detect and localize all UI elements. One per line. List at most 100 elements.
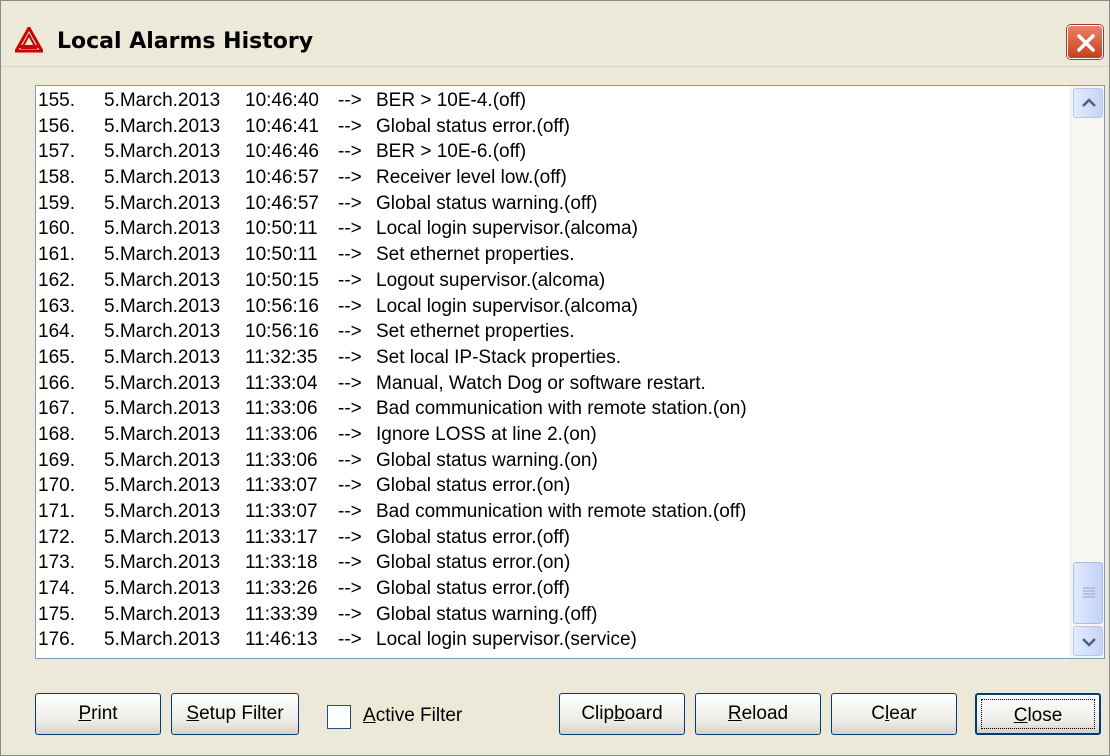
title-bar[interactable]: Local Alarms History	[1, 1, 1109, 67]
history-row[interactable]: 161. 5.March.2013 10:50:11 --> Set ethernet …	[36, 242, 1068, 268]
close-window-button[interactable]	[1067, 25, 1103, 59]
entry-arrow: -->	[338, 629, 362, 651]
active-filter-checkbox[interactable]	[327, 705, 351, 729]
entry-number: 176.	[38, 629, 75, 651]
entry-number: 168.	[38, 423, 75, 445]
entry-number: 167.	[38, 398, 75, 420]
clipboard-label-key: b	[614, 703, 625, 724]
entry-date: 5.March.2013	[104, 346, 221, 368]
clear-button[interactable]: Clear	[831, 693, 957, 735]
active-filter-label-key: A	[363, 705, 376, 726]
active-filter-label[interactable]: Active Filter	[363, 705, 462, 727]
vertical-scrollbar[interactable]	[1070, 86, 1104, 658]
entry-date: 5.March.2013	[104, 526, 221, 548]
entry-message: Global status warning.(on)	[376, 449, 598, 471]
entry-date: 5.March.2013	[104, 269, 221, 291]
entry-message: Logout supervisor.(alcoma)	[376, 269, 606, 291]
entry-message: Manual, Watch Dog or software restart.	[376, 372, 706, 394]
entry-number: 162.	[38, 269, 75, 291]
history-row[interactable]: 166. 5.March.2013 11:33:04 --> Manual, Watch…	[36, 371, 1068, 397]
entry-arrow: -->	[338, 398, 362, 420]
scroll-thumb[interactable]	[1073, 562, 1103, 624]
entry-message: Global status error.(off)	[376, 578, 570, 600]
history-row[interactable]: 168. 5.March.2013 11:33:06 --> Ignore LOSS a…	[36, 422, 1068, 448]
entry-arrow: -->	[338, 449, 362, 471]
entry-time: 10:56:16	[245, 321, 319, 343]
entry-date: 5.March.2013	[104, 629, 221, 651]
entry-arrow: -->	[338, 192, 362, 214]
history-row[interactable]: 167. 5.March.2013 11:33:06 --> Bad communica…	[36, 396, 1068, 422]
entry-number: 160.	[38, 218, 75, 240]
history-row[interactable]: 163. 5.March.2013 10:56:16 --> Local login s…	[36, 294, 1068, 320]
entry-date: 5.March.2013	[104, 244, 221, 266]
entry-date: 5.March.2013	[104, 372, 221, 394]
entry-message: Global status error.(on)	[376, 475, 571, 497]
history-row[interactable]: 158. 5.March.2013 10:46:57 --> Receiver leve…	[36, 165, 1068, 191]
entry-number: 172.	[38, 526, 75, 548]
entry-time: 11:32:35	[245, 346, 318, 368]
history-row[interactable]: 162. 5.March.2013 10:50:15 --> Logout superv…	[36, 268, 1068, 294]
print-button[interactable]: Print	[35, 693, 161, 735]
entry-message: Global status warning.(off)	[376, 603, 598, 625]
close-button-focus-ring: Close	[981, 699, 1095, 729]
entry-message: Global status warning.(off)	[376, 192, 598, 214]
entry-time: 10:50:11	[245, 244, 318, 266]
close-icon	[1077, 34, 1095, 52]
entry-message: Local login supervisor.(service)	[376, 629, 637, 651]
entry-arrow: -->	[338, 167, 362, 189]
history-row[interactable]: 165. 5.March.2013 11:32:35 --> Set local IP-…	[36, 345, 1068, 371]
entry-number: 169.	[38, 449, 75, 471]
history-row[interactable]: 175. 5.March.2013 11:33:39 --> Global status…	[36, 602, 1068, 628]
entry-date: 5.March.2013	[104, 603, 221, 625]
entry-message: Set ethernet properties.	[376, 321, 575, 343]
entry-number: 170.	[38, 475, 75, 497]
entry-arrow: -->	[338, 295, 362, 317]
history-row[interactable]: 171. 5.March.2013 11:33:07 --> Bad communica…	[36, 499, 1068, 525]
clear-label-post: ear	[889, 703, 917, 724]
scroll-up-button[interactable]	[1073, 88, 1103, 118]
entry-arrow: -->	[338, 141, 362, 163]
entry-time: 11:33:04	[245, 372, 318, 394]
history-row[interactable]: 169. 5.March.2013 11:33:06 --> Global status…	[36, 448, 1068, 474]
entry-number: 166.	[38, 372, 75, 394]
window-title: Local Alarms History	[57, 29, 314, 54]
entry-time: 11:33:17	[245, 526, 318, 548]
entry-date: 5.March.2013	[104, 192, 221, 214]
setup-filter-button[interactable]: Setup Filter	[171, 693, 299, 735]
entry-number: 163.	[38, 295, 75, 317]
clipboard-button[interactable]: Clipboard	[559, 693, 685, 735]
entry-arrow: -->	[338, 321, 362, 343]
history-row[interactable]: 176. 5.March.2013 11:46:13 --> Local login s…	[36, 627, 1068, 653]
history-row[interactable]: 173. 5.March.2013 11:33:18 --> Global status…	[36, 550, 1068, 576]
setup-filter-label-key: S	[186, 703, 200, 724]
entry-date: 5.March.2013	[104, 141, 221, 163]
entry-number: 155.	[38, 90, 75, 111]
entry-date: 5.March.2013	[104, 218, 221, 240]
history-row[interactable]: 155. 5.March.2013 10:46:40 --> BER > 10E-4.(…	[36, 88, 1068, 114]
alcoma-logo-icon	[13, 24, 45, 53]
grip-icon	[1083, 587, 1095, 598]
reload-button[interactable]: Reload	[695, 693, 821, 735]
history-row[interactable]: 159. 5.March.2013 10:46:57 --> Global status…	[36, 191, 1068, 217]
history-row[interactable]: 174. 5.March.2013 11:33:26 --> Global status…	[36, 576, 1068, 602]
clear-label-pre: C	[871, 703, 886, 724]
history-row[interactable]: 170. 5.March.2013 11:33:07 --> Global status…	[36, 473, 1068, 499]
entry-number: 174.	[38, 578, 75, 600]
entry-date: 5.March.2013	[104, 475, 221, 497]
entry-message: Bad communication with remote station.(o…	[376, 398, 747, 420]
close-label-key: C	[1013, 705, 1028, 726]
alarms-history-list[interactable]: 155. 5.March.2013 10:46:40 --> BER > 10E-4.(…	[35, 85, 1105, 659]
entry-arrow: -->	[338, 269, 362, 291]
entry-date: 5.March.2013	[104, 501, 221, 522]
entry-date: 5.March.2013	[104, 167, 221, 189]
history-row[interactable]: 160. 5.March.2013 10:50:11 --> Local login s…	[36, 216, 1068, 242]
entry-arrow: -->	[338, 423, 362, 445]
history-row[interactable]: 172. 5.March.2013 11:33:17 --> Global status…	[36, 525, 1068, 551]
entry-message: Set ethernet properties.	[376, 244, 575, 266]
scroll-down-button[interactable]	[1073, 626, 1103, 656]
history-row[interactable]: 157. 5.March.2013 10:46:46 --> BER > 10E-6.(…	[36, 139, 1068, 165]
close-button[interactable]: Close	[975, 693, 1101, 735]
entry-date: 5.March.2013	[104, 423, 221, 445]
history-row[interactable]: 164. 5.March.2013 10:56:16 --> Set ethernet …	[36, 319, 1068, 345]
history-row[interactable]: 156. 5.March.2013 10:46:41 --> Global status…	[36, 114, 1068, 140]
